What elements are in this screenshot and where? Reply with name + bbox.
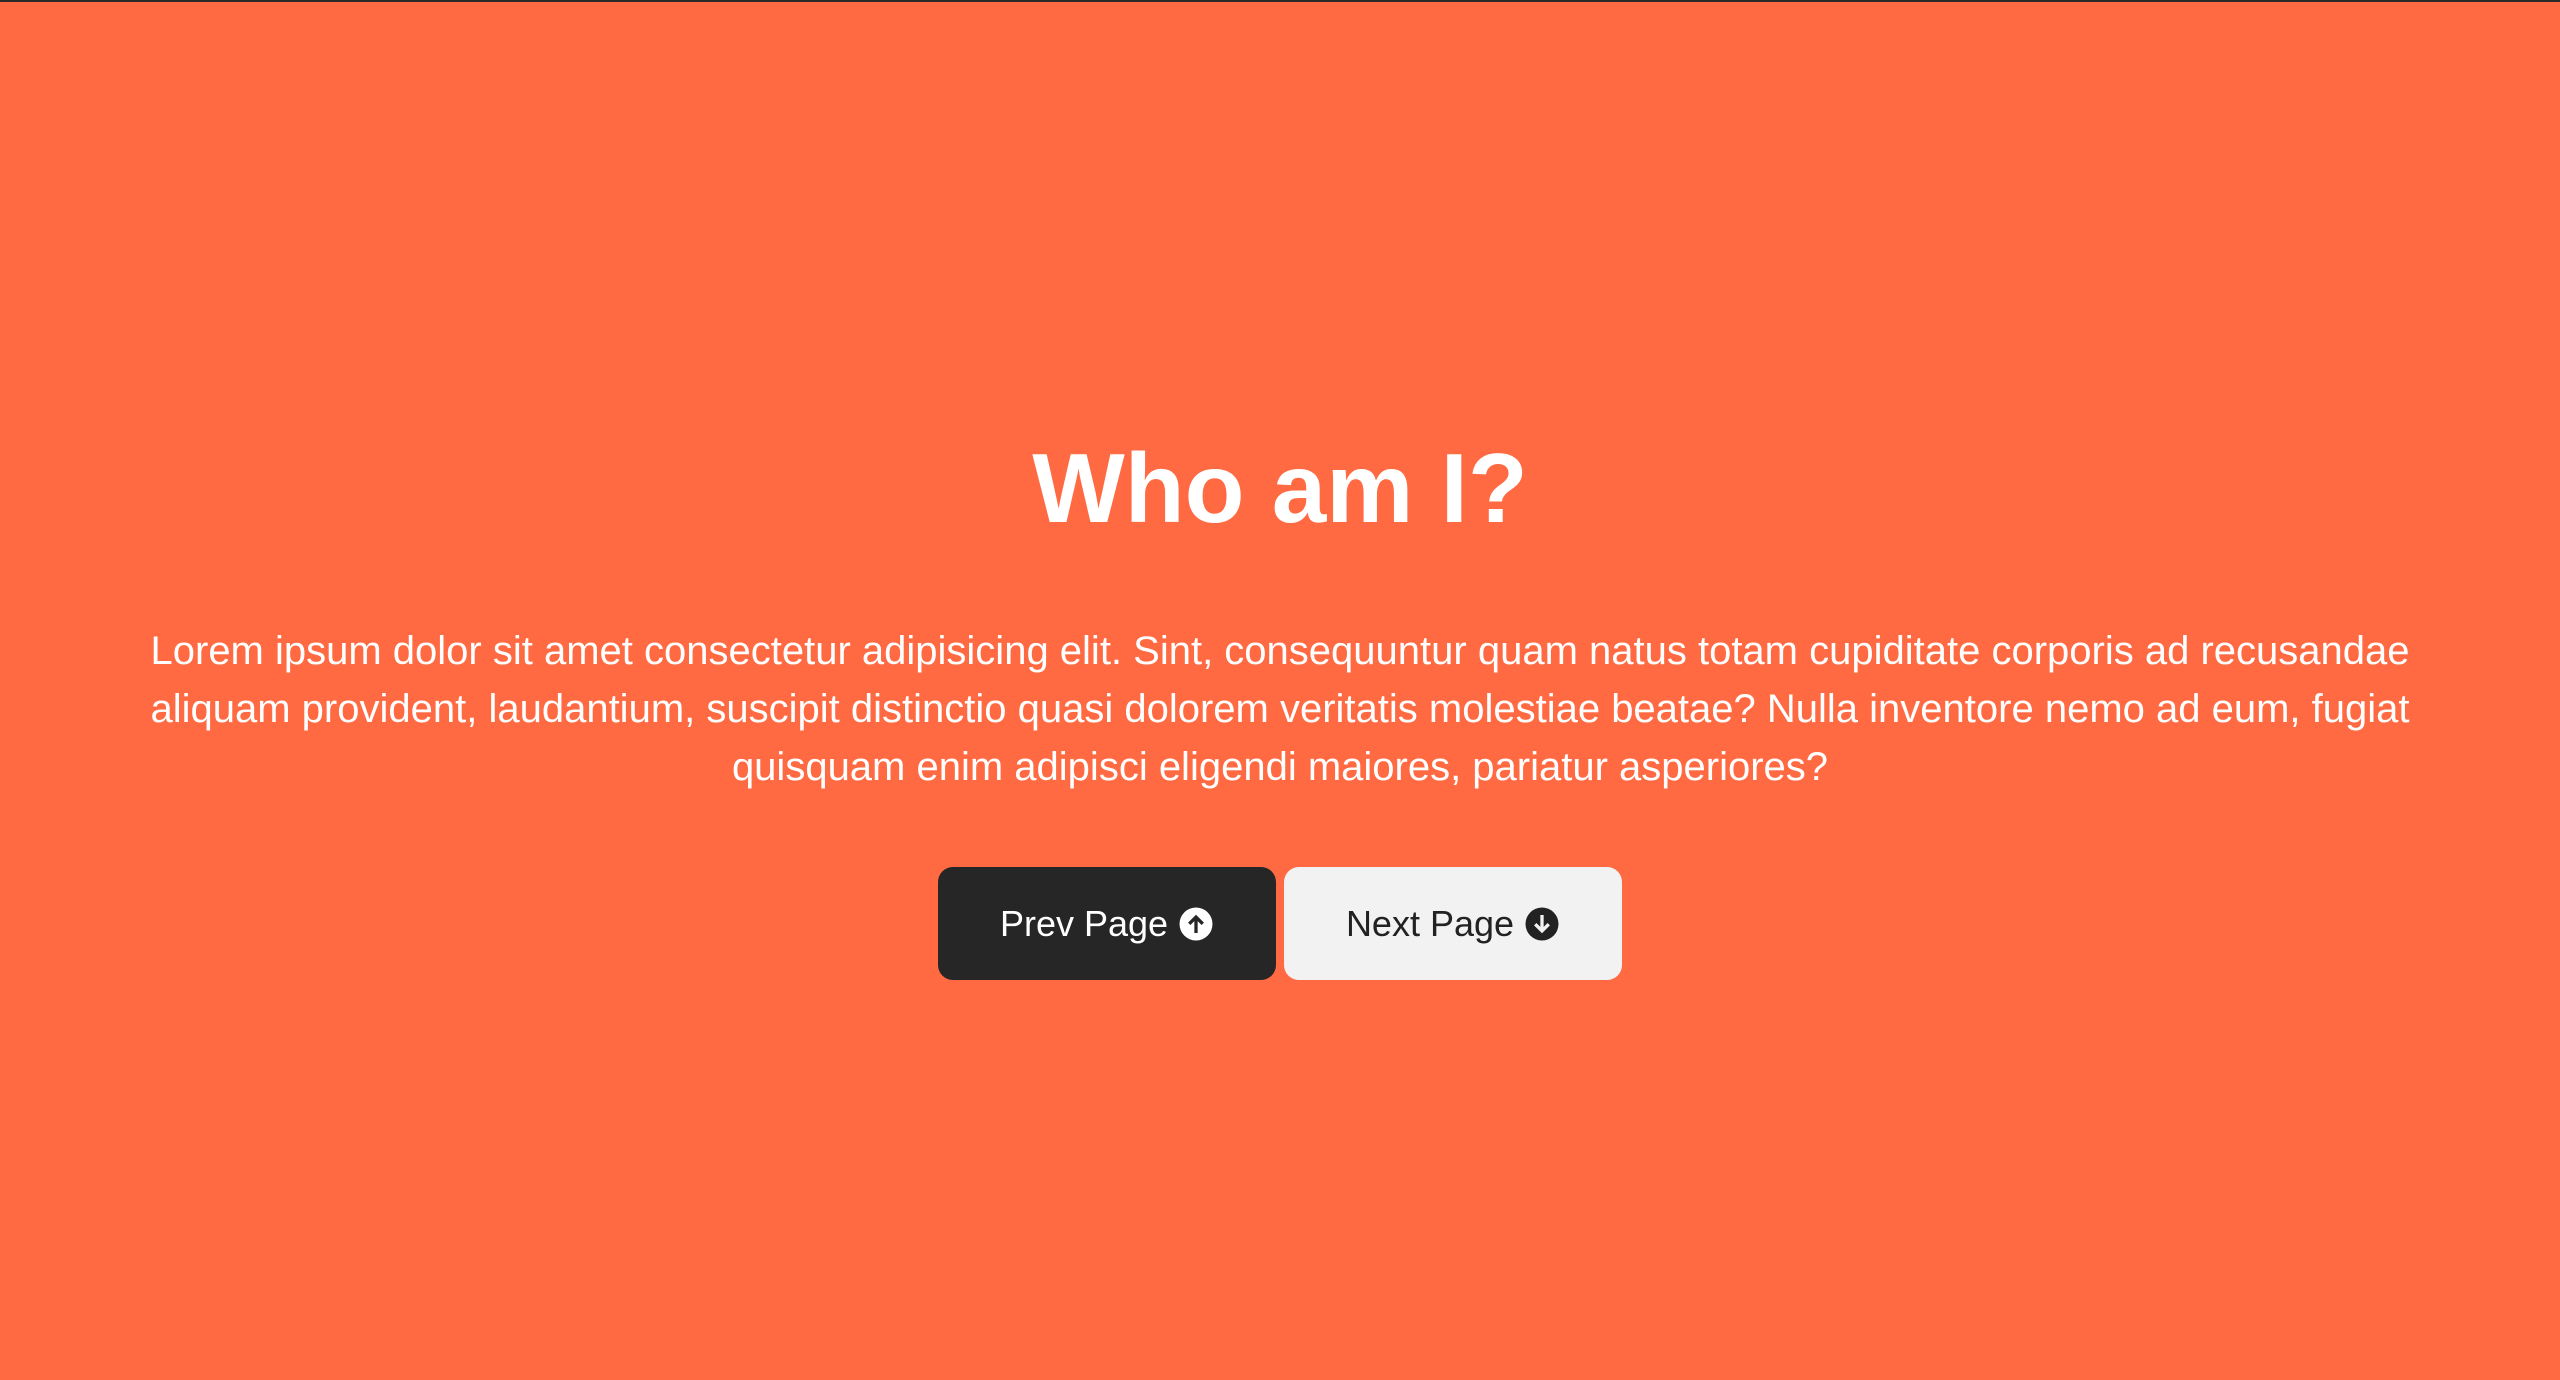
next-page-label: Next Page: [1345, 902, 1515, 944]
prev-page-label: Prev Page: [999, 902, 1169, 944]
top-border: [0, 0, 2560, 2]
page-navigation: Prev Page Next Page: [0, 867, 2560, 980]
arrow-circle-down-icon: [1524, 906, 1560, 942]
next-page-button[interactable]: Next Page: [1284, 867, 1622, 980]
prev-page-button[interactable]: Prev Page: [938, 867, 1276, 980]
intro-paragraph: Lorem ipsum dolor sit amet consectetur a…: [150, 629, 2410, 789]
page-title: Who am I?: [1032, 433, 1528, 543]
arrow-circle-up-icon: [1178, 906, 1214, 942]
